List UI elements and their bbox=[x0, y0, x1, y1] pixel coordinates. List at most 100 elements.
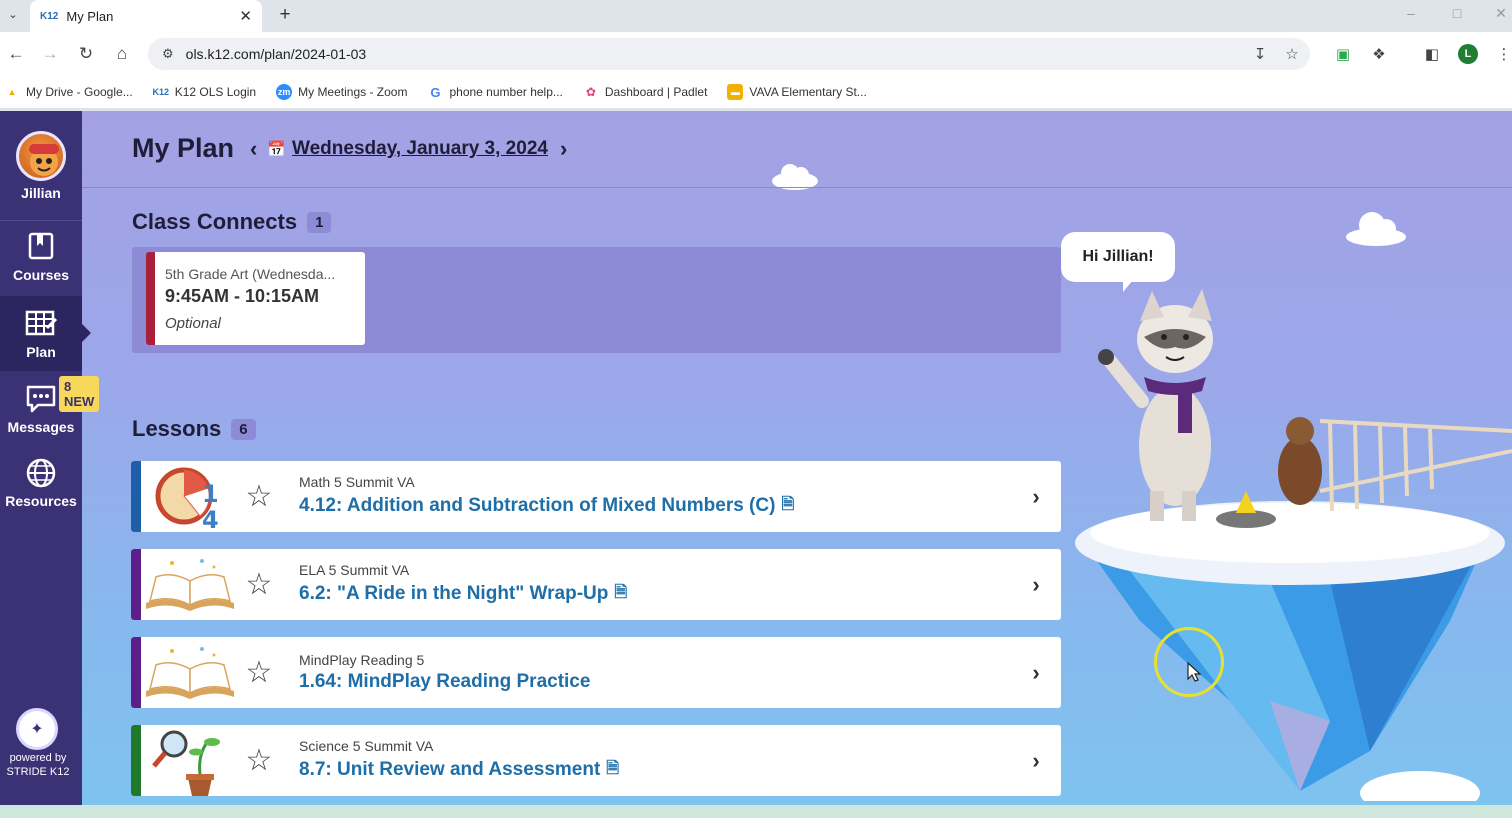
header-divider bbox=[82, 187, 1512, 188]
extensions-puzzle-icon[interactable]: ❖ bbox=[1367, 42, 1391, 66]
mouse-pointer-icon bbox=[1187, 661, 1202, 682]
document-check-icon: 🗎 bbox=[781, 495, 795, 513]
date-navigator: ‹ 📅 Wednesday, January 3, 2024 › bbox=[250, 136, 567, 162]
lesson-title-link[interactable]: 4.12: Addition and Subtraction of Mixed … bbox=[299, 493, 1011, 520]
lesson-title: 6.2: "A Ride in the Night" Wrap-Up bbox=[299, 583, 609, 604]
bookmark-item[interactable]: ✿ Dashboard | Padlet bbox=[583, 84, 708, 100]
bookmark-item[interactable]: ▲ My Drive - Google... bbox=[4, 84, 133, 100]
lesson-course: Math 5 Summit VA bbox=[299, 473, 415, 490]
star-outline-icon[interactable]: ☆ bbox=[239, 567, 279, 602]
site-info-icon[interactable]: ⚙ bbox=[162, 46, 174, 62]
tab-title: My Plan bbox=[66, 8, 114, 24]
sidebar-label: Messages bbox=[7, 419, 75, 435]
lesson-title: 4.12: Addition and Subtraction of Mixed … bbox=[299, 495, 776, 516]
lesson-title-link[interactable]: 6.2: "A Ride in the Night" Wrap-Up 🗎 bbox=[299, 581, 1011, 608]
bookmark-label: Dashboard | Padlet bbox=[604, 85, 708, 99]
mascot-greeting: Hi Jillian! bbox=[1082, 248, 1154, 265]
mascot-speech-bubble: Hi Jillian! bbox=[1061, 232, 1175, 292]
powered-by-text: powered by STRIDE K12 bbox=[0, 751, 76, 779]
sidebar-item-courses[interactable]: Courses bbox=[0, 231, 82, 283]
browser-tabstrip: ⌄ K12 My Plan ✕ + – □ ✕ bbox=[0, 0, 1512, 32]
lesson-title-link[interactable]: 8.7: Unit Review and Assessment 🗎 bbox=[299, 757, 1011, 784]
document-check-icon: 🗎 bbox=[606, 759, 620, 777]
close-window-icon[interactable]: ✕ bbox=[1488, 2, 1512, 24]
chevron-right-icon[interactable]: › bbox=[1011, 660, 1061, 686]
section-title: Lessons bbox=[132, 416, 222, 441]
maximize-icon[interactable]: □ bbox=[1444, 2, 1470, 24]
bookmark-label: phone number help... bbox=[449, 85, 563, 99]
k12-icon: K12 bbox=[152, 87, 169, 97]
google-icon: G bbox=[430, 84, 441, 100]
next-day-chevron-icon[interactable]: › bbox=[560, 136, 567, 162]
bookmark-star-icon[interactable]: ☆ bbox=[1280, 38, 1304, 70]
date-picker-link[interactable]: Wednesday, January 3, 2024 bbox=[292, 138, 548, 160]
divider bbox=[0, 220, 82, 221]
svg-text:1: 1 bbox=[202, 480, 219, 508]
lesson-color-bar bbox=[131, 549, 141, 620]
star-outline-icon[interactable]: ☆ bbox=[239, 655, 279, 690]
star-outline-icon[interactable]: ☆ bbox=[239, 479, 279, 514]
minimize-icon[interactable]: – bbox=[1398, 2, 1424, 24]
planner-grid-icon bbox=[25, 308, 57, 340]
cloud-icon bbox=[1346, 212, 1406, 246]
close-tab-icon[interactable]: ✕ bbox=[239, 7, 252, 25]
app-main: Jillian Courses Plan Messages 8 NEW Reso… bbox=[0, 111, 1512, 805]
back-icon[interactable]: ← bbox=[4, 42, 28, 66]
lesson-color-bar bbox=[131, 725, 141, 796]
open-book-icon bbox=[141, 549, 239, 620]
bookmarks-bar: ▲ My Drive - Google... K12 K12 OLS Login… bbox=[0, 76, 1512, 108]
lesson-row[interactable]: ☆ ELA 5 Summit VA 6.2: "A Ride in the Ni… bbox=[131, 549, 1061, 620]
messages-new-badge: 8 NEW bbox=[59, 376, 100, 412]
prev-day-chevron-icon[interactable]: ‹ bbox=[250, 136, 257, 162]
sidebar-item-resources[interactable]: Resources bbox=[0, 457, 82, 509]
extension-icon[interactable]: ▣ bbox=[1331, 42, 1355, 66]
stride-label: STRIDE K12 bbox=[6, 766, 70, 778]
menu-kebab-icon[interactable]: ⋮ bbox=[1492, 42, 1512, 66]
class-connect-note: Optional bbox=[165, 315, 221, 332]
address-url: ols.k12.com/plan/2024-01-03 bbox=[185, 46, 367, 62]
class-connect-card[interactable]: 5th Grade Art (Wednesda... 9:45AM - 10:1… bbox=[146, 252, 365, 345]
reload-icon[interactable]: ↻ bbox=[74, 42, 98, 66]
lesson-title-link[interactable]: 1.64: MindPlay Reading Practice bbox=[299, 671, 1011, 693]
chevron-right-icon[interactable]: › bbox=[1011, 484, 1061, 510]
lessons-heading: Lessons 6 bbox=[132, 416, 256, 442]
browser-tab[interactable]: K12 My Plan ✕ bbox=[30, 0, 262, 32]
folder-icon: ▬ bbox=[727, 84, 744, 100]
profile-avatar[interactable]: L bbox=[1458, 44, 1478, 64]
chevron-right-icon[interactable]: › bbox=[1011, 572, 1061, 598]
lesson-course: ELA 5 Summit VA bbox=[299, 561, 410, 578]
lesson-course: MindPlay Reading 5 bbox=[299, 652, 425, 668]
sidebar-item-profile[interactable]: Jillian bbox=[0, 131, 82, 201]
lesson-title: 1.64: MindPlay Reading Practice bbox=[299, 671, 591, 692]
calendar-icon[interactable]: 📅 bbox=[267, 140, 286, 158]
lesson-row[interactable]: 1 4 ☆ Math 5 Summit VA 4.12: Addition an… bbox=[131, 461, 1061, 532]
class-connects-panel: 5th Grade Art (Wednesda... 9:45AM - 10:1… bbox=[132, 247, 1061, 353]
install-app-icon[interactable]: ↧ bbox=[1248, 38, 1272, 70]
class-connect-course: 5th Grade Art (Wednesda... bbox=[165, 266, 336, 282]
lesson-row[interactable]: ☆ MindPlay Reading 5 1.64: MindPlay Read… bbox=[131, 637, 1061, 708]
sidebar-item-plan[interactable]: Plan bbox=[0, 296, 91, 371]
bookmark-item[interactable]: ▬ VAVA Elementary St... bbox=[727, 84, 867, 100]
home-icon[interactable]: ⌂ bbox=[110, 42, 134, 66]
padlet-icon: ✿ bbox=[585, 85, 596, 99]
bookmark-label: My Meetings - Zoom bbox=[298, 85, 408, 99]
bookmark-item[interactable]: zm My Meetings - Zoom bbox=[276, 84, 407, 100]
browser-toolbar: ← → ↻ ⌂ ⚙ ols.k12.com/plan/2024-01-03 ↧ … bbox=[0, 32, 1512, 76]
bookmark-item[interactable]: G phone number help... bbox=[427, 84, 562, 100]
new-tab-icon[interactable]: + bbox=[272, 2, 298, 28]
tab-search-icon[interactable]: ⌄ bbox=[2, 3, 24, 25]
k12-favicon-icon: K12 bbox=[40, 10, 59, 22]
star-outline-icon[interactable]: ☆ bbox=[239, 743, 279, 778]
powered-by-label: powered by bbox=[9, 752, 67, 764]
address-bar[interactable]: ⚙ ols.k12.com/plan/2024-01-03 ↧ ☆ bbox=[148, 38, 1310, 70]
stride-logo-icon: ✦ bbox=[16, 708, 58, 750]
forward-icon[interactable]: → bbox=[38, 42, 62, 66]
bookmark-label: My Drive - Google... bbox=[26, 85, 133, 99]
chevron-right-icon[interactable]: › bbox=[1011, 748, 1061, 774]
side-panel-icon[interactable]: ◧ bbox=[1420, 42, 1444, 66]
avatar bbox=[16, 131, 66, 181]
floating-island-illustration bbox=[1075, 289, 1512, 801]
book-icon bbox=[25, 231, 57, 263]
bookmark-item[interactable]: K12 K12 OLS Login bbox=[152, 84, 256, 100]
lesson-row[interactable]: ☆ Science 5 Summit VA 8.7: Unit Review a… bbox=[131, 725, 1061, 796]
